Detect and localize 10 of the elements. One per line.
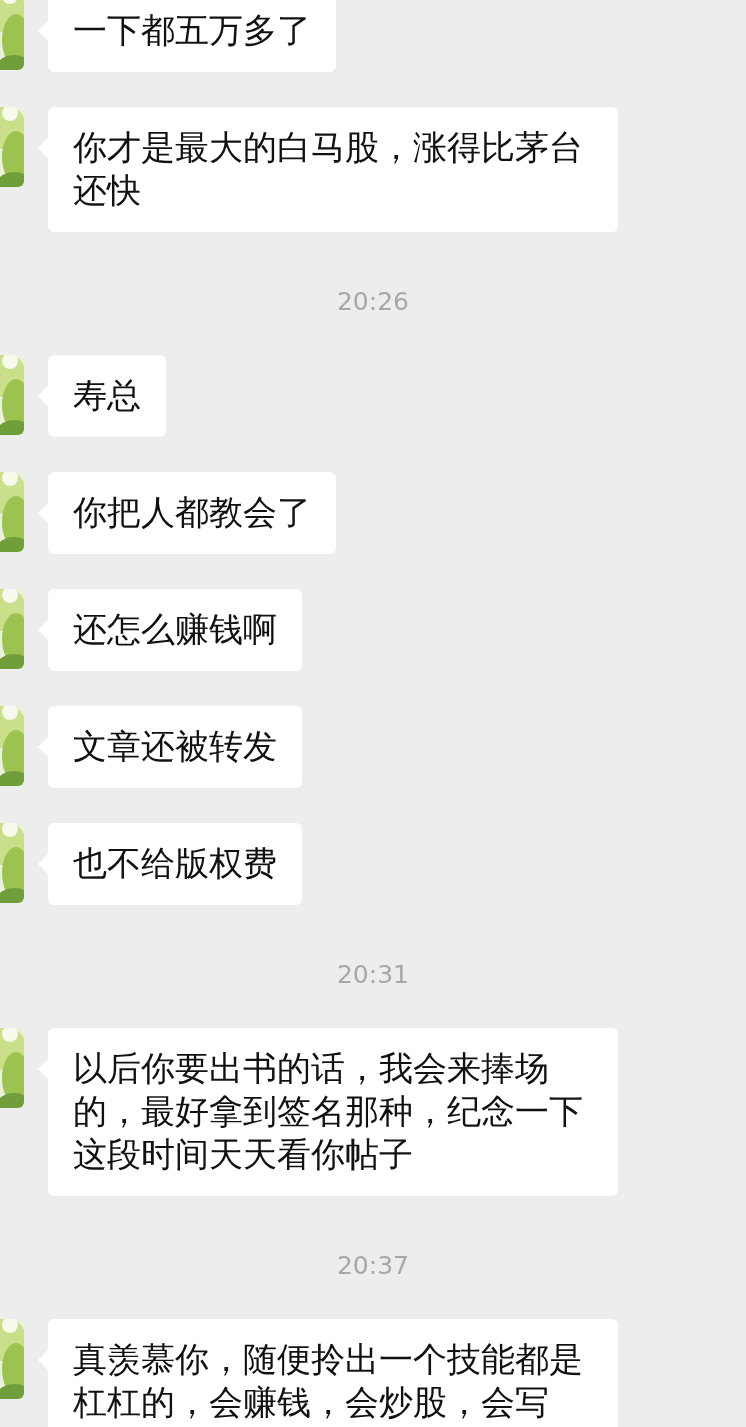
timestamp: 20:31 <box>336 960 409 990</box>
timestamp: 20:37 <box>336 1251 409 1281</box>
message-bubble: 还怎么赚钱啊 <box>38 589 302 671</box>
message-bubble: 你把人都教会了 <box>38 472 336 554</box>
message-bubble: 也不给版权费 <box>38 823 302 905</box>
message-bubble: 文章还被转发 <box>38 706 302 788</box>
timestamp: 20:26 <box>336 287 409 317</box>
message-bubble: 以后你要出书的话，我会来捧场的，最好拿到签名那种，纪念一下这段时间天天看你帖子 <box>38 1028 619 1196</box>
message-bubble: 寿总 <box>38 355 166 437</box>
message-bubble: 你才是最大的白马股，涨得比茅台还快 <box>38 107 619 232</box>
